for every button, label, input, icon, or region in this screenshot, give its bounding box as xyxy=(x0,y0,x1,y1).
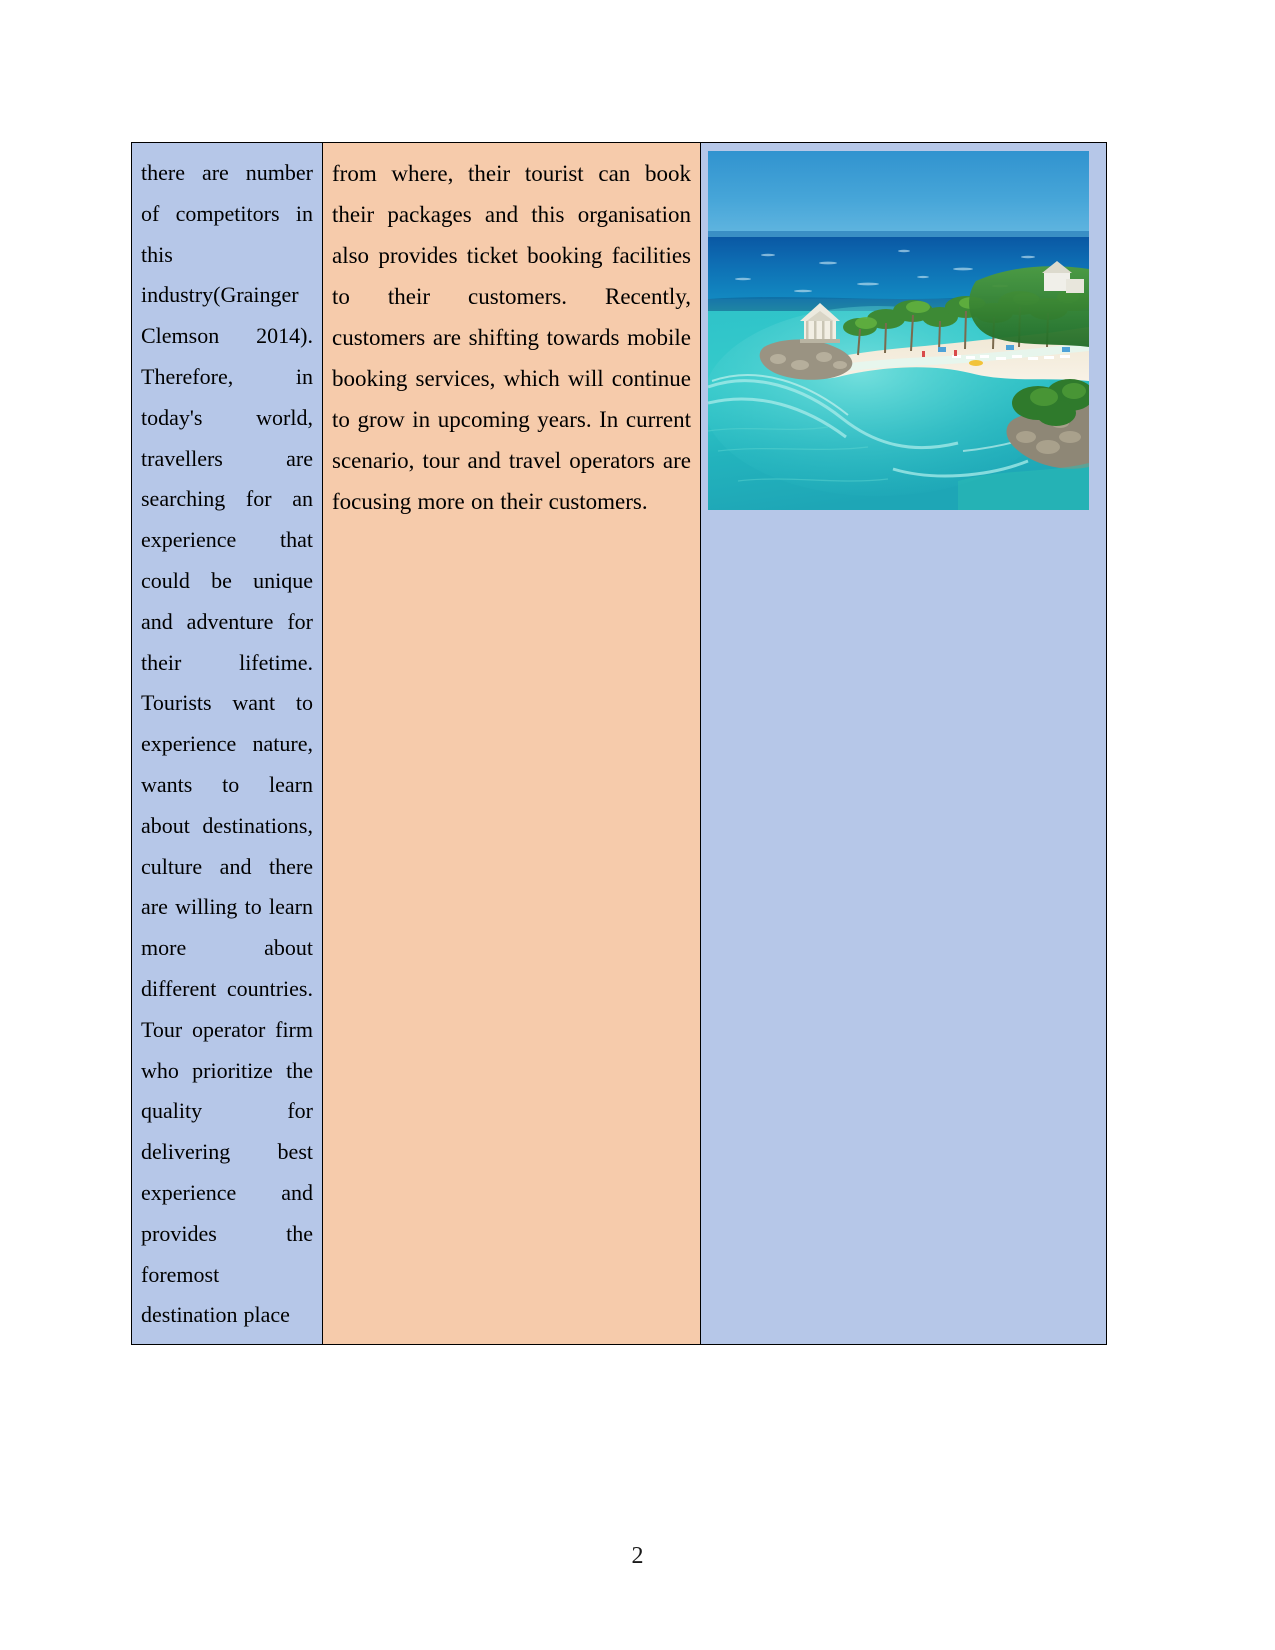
content-table: there are number of competitors in this … xyxy=(131,141,1107,1346)
tropical-island-photo xyxy=(708,151,1089,510)
middle-column-content: from where, their tourist can book their… xyxy=(323,143,700,530)
left-column-content: there are number of competitors in this … xyxy=(132,143,322,1344)
middle-column-paragraph: from where, their tourist can book their… xyxy=(332,161,691,514)
table-row: there are number of competitors in this … xyxy=(131,141,1107,1346)
table-cell-image xyxy=(700,141,1107,1346)
table-cell-left-text: there are number of competitors in this … xyxy=(131,141,323,1346)
tropical-island-image xyxy=(708,151,1089,510)
document-page: there are number of competitors in this … xyxy=(0,0,1275,1650)
table-cell-middle-text: from where, their tourist can book their… xyxy=(322,141,701,1346)
page-number: 2 xyxy=(631,1543,644,1569)
left-column-paragraph: there are number of competitors in this … xyxy=(141,160,313,1328)
